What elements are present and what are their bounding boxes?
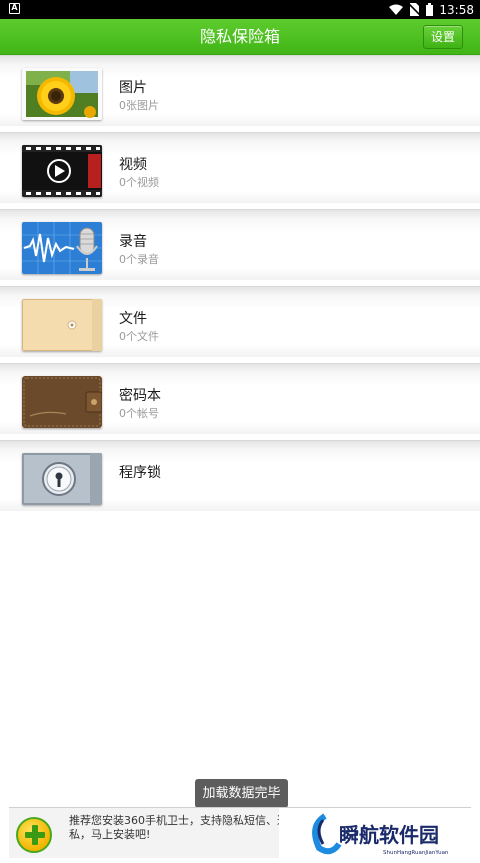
list-item-recordings[interactable]: 录音 0个录音	[0, 209, 480, 280]
ad-banner[interactable]: 推荐您安装360手机卫士，支持隐私短信、通话的隐私，马上安装吧! 瞬航软件园 S…	[9, 807, 471, 859]
list-item-videos[interactable]: 视频 0个视频	[0, 132, 480, 203]
svg-text:瞬航软件园: 瞬航软件园	[339, 823, 439, 847]
settings-button[interactable]: 设置	[423, 25, 463, 49]
battery-icon	[426, 3, 434, 16]
microphone-icon	[22, 222, 102, 274]
lock-icon	[22, 453, 102, 505]
item-count: 0张图片	[119, 99, 159, 112]
vault-category-list: 图片 0张图片 视频 0个视频 录音 0个录音 文件 0个文件 密码本 0个帐号…	[0, 55, 480, 517]
list-item-pictures[interactable]: 图片 0张图片	[0, 55, 480, 126]
clock-time: 13:58	[439, 2, 474, 17]
list-item-app-lock[interactable]: 程序锁	[0, 440, 480, 511]
item-title: 文件	[119, 311, 147, 327]
password-wallet-icon	[22, 376, 102, 428]
watermark-logo: 瞬航软件园 ShunHangRuanJianYuan	[279, 808, 471, 859]
video-film-icon	[22, 145, 102, 197]
list-item-files[interactable]: 文件 0个文件	[0, 286, 480, 357]
item-count: 0个视频	[119, 176, 159, 189]
loading-complete-toast: 加载数据完毕	[195, 779, 288, 808]
item-title: 图片	[119, 80, 147, 96]
item-count: 0个帐号	[119, 407, 159, 420]
sunflower-photo-icon	[22, 68, 102, 120]
notification-a-icon: A	[9, 3, 20, 14]
envelope-folder-icon	[22, 299, 102, 351]
page-title: 隐私保险箱	[199, 27, 280, 46]
plus-icon	[16, 817, 52, 853]
item-title: 录音	[119, 234, 147, 250]
item-title: 视频	[119, 157, 147, 173]
no-sim-icon	[409, 3, 421, 16]
list-item-passwords[interactable]: 密码本 0个帐号	[0, 363, 480, 434]
status-bar: A 13:58	[0, 0, 480, 19]
item-count: 0个文件	[119, 330, 159, 343]
status-icons: 13:58	[389, 2, 474, 17]
item-title: 程序锁	[119, 465, 161, 481]
title-bar: 隐私保险箱 设置	[0, 19, 480, 55]
item-title: 密码本	[119, 388, 161, 404]
svg-text:ShunHangRuanJianYuan: ShunHangRuanJianYuan	[383, 850, 449, 856]
item-count: 0个录音	[119, 253, 159, 266]
wifi-icon	[389, 4, 404, 15]
